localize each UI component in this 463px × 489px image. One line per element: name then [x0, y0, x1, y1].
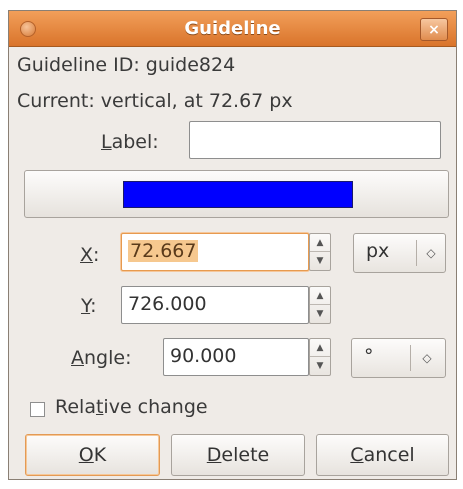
- color-swatch: [123, 181, 353, 208]
- guideline-dialog: Guideline × Guideline ID: guide824 Curre…: [8, 10, 457, 480]
- dialog-title: Guideline: [184, 18, 281, 39]
- angle-input[interactable]: 90.000: [163, 338, 309, 376]
- unit-value: px: [366, 240, 390, 262]
- ok-button[interactable]: OK: [25, 434, 160, 476]
- close-button[interactable]: ×: [420, 18, 448, 41]
- combo-arrows-icon: ◇: [422, 351, 432, 365]
- y-spinner[interactable]: ▲ ▼: [309, 286, 331, 324]
- y-input[interactable]: 726.000: [121, 286, 309, 324]
- combo-separator: [410, 345, 411, 371]
- relative-change-label[interactable]: Relative change: [55, 396, 208, 418]
- spin-up-icon[interactable]: ▲: [310, 287, 330, 305]
- close-icon: ×: [428, 21, 440, 38]
- spin-down-icon[interactable]: ▼: [310, 252, 330, 270]
- x-field-label: X:: [80, 244, 100, 266]
- spin-down-icon[interactable]: ▼: [310, 357, 330, 375]
- spin-up-icon[interactable]: ▲: [310, 339, 330, 357]
- label-input[interactable]: [189, 121, 441, 159]
- angle-unit-select[interactable]: ° ◇: [351, 338, 446, 378]
- spin-down-icon[interactable]: ▼: [310, 305, 330, 323]
- unit-value: °: [364, 345, 374, 367]
- cancel-button[interactable]: Cancel: [316, 434, 449, 476]
- angle-spinner[interactable]: ▲ ▼: [309, 338, 331, 376]
- y-field-label: Y:: [81, 295, 97, 317]
- combo-arrows-icon: ◇: [426, 246, 436, 260]
- x-input[interactable]: 72.667: [121, 233, 309, 271]
- current-position-text: Current: vertical, at 72.67 px: [17, 90, 293, 112]
- spin-up-icon[interactable]: ▲: [310, 234, 330, 252]
- angle-field-label: Angle:: [71, 347, 132, 369]
- delete-button[interactable]: Delete: [171, 434, 305, 476]
- relative-change-checkbox[interactable]: [30, 402, 45, 417]
- title-bar: Guideline ×: [9, 11, 456, 47]
- guideline-id-text: Guideline ID: guide824: [17, 54, 236, 76]
- x-spinner[interactable]: ▲ ▼: [309, 233, 331, 271]
- x-unit-select[interactable]: px ◇: [353, 233, 446, 273]
- label-field-label: Label:: [101, 131, 159, 153]
- color-picker-button[interactable]: [24, 170, 449, 218]
- combo-separator: [416, 240, 417, 266]
